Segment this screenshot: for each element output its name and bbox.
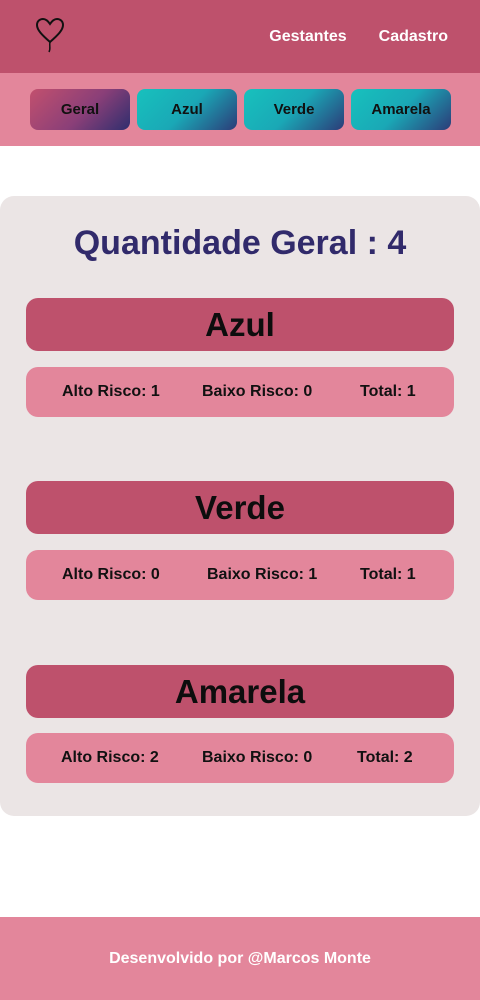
filter-button-verde[interactable]: Verde: [244, 89, 344, 130]
baixo-risco-count: Baixo Risco: 0: [202, 749, 313, 766]
baixo-risco-count: Baixo Risco: 1: [207, 566, 318, 583]
filter-bar: Geral Azul Verde Amarela: [0, 73, 480, 146]
alto-risco-count: Alto Risco: 2: [61, 749, 159, 766]
group-stats-amarela: Alto Risco: 2 Baixo Risco: 0 Total: 2: [26, 733, 454, 783]
total-count: Total: 2: [357, 749, 413, 766]
main-nav: Gestantes Cadastro: [269, 0, 448, 73]
filter-button-amarela[interactable]: Amarela: [351, 89, 451, 130]
group-stats-azul: Alto Risco: 1 Baixo Risco: 0 Total: 1: [26, 367, 454, 417]
total-count: Total: 1: [360, 566, 416, 583]
filter-button-azul[interactable]: Azul: [137, 89, 237, 130]
alto-risco-count: Alto Risco: 0: [62, 566, 160, 583]
footer: Desenvolvido por @Marcos Monte: [0, 917, 480, 1000]
nav-link-gestantes[interactable]: Gestantes: [269, 28, 346, 46]
filter-button-geral[interactable]: Geral: [30, 89, 130, 130]
nav-link-cadastro[interactable]: Cadastro: [379, 28, 448, 46]
group-title-amarela: Amarela: [26, 665, 454, 718]
baixo-risco-count: Baixo Risco: 0: [202, 383, 313, 400]
alto-risco-count: Alto Risco: 1: [62, 383, 160, 400]
summary-title: Quantidade Geral : 4: [73, 224, 407, 262]
group-title-azul: Azul: [26, 298, 454, 351]
total-count: Total: 1: [360, 383, 416, 400]
heart-balloon-icon[interactable]: [34, 16, 66, 54]
footer-credit: Desenvolvido por @Marcos Monte: [109, 949, 371, 967]
top-navbar: Gestantes Cadastro: [0, 0, 480, 73]
group-stats-verde: Alto Risco: 0 Baixo Risco: 1 Total: 1: [26, 550, 454, 600]
summary-card: Quantidade Geral : 4 Azul Alto Risco: 1 …: [0, 196, 480, 816]
group-title-verde: Verde: [26, 481, 454, 534]
